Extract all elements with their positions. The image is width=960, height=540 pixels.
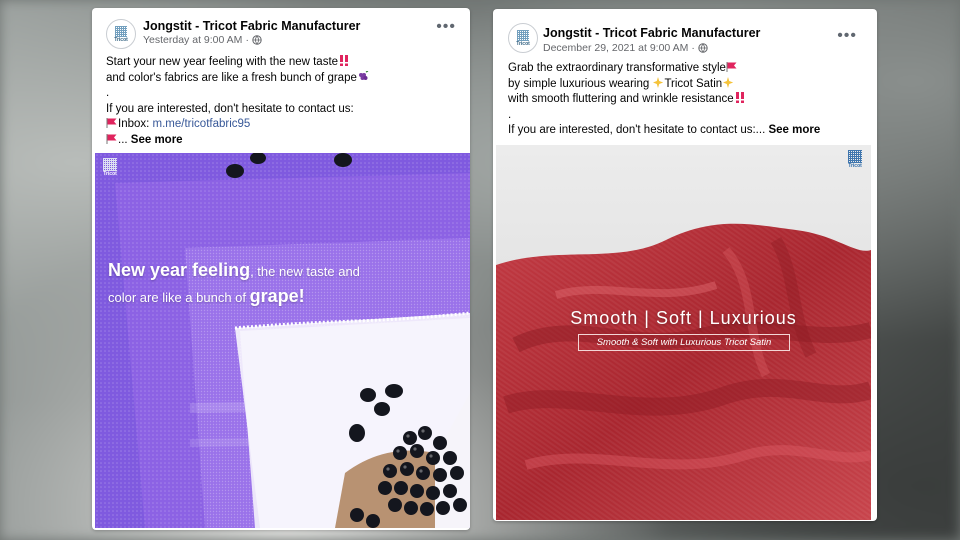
sparkles-icon [653, 76, 664, 88]
page-name[interactable]: Jongstit - Tricot Fabric Manufacturer [143, 19, 360, 33]
post-line: with smooth fluttering and wrinkle resis… [508, 93, 734, 105]
caption-bold-text: grape! [249, 286, 305, 306]
post-line: Start your new year feeling with the new… [106, 56, 339, 68]
image-caption: New year feeling, the new taste and colo… [108, 258, 398, 310]
post-line: Tricot Satin [664, 77, 723, 90]
post-image[interactable]: Tricot New year feeling, the new taste a… [95, 153, 470, 528]
red-flag-icon [726, 62, 737, 72]
image-logo-text: Tricot [848, 163, 862, 169]
image-logo: Tricot [101, 158, 119, 180]
more-options-icon[interactable]: ••• [436, 19, 456, 35]
red-double-exclamation-icon [735, 92, 744, 103]
post-line: Inbox: [118, 118, 153, 130]
red-flag-icon [106, 133, 117, 144]
red-satin-illustration [496, 145, 871, 520]
caption-text: color are like a bunch of [108, 290, 250, 305]
avatar-logo-text: Tricot [114, 36, 128, 43]
post-meta: Yesterday at 9:00 AM · [143, 34, 262, 46]
post-text: Grab the extraordinary transformative st… [508, 61, 867, 139]
image-title: Smooth | Soft | Luxurious [570, 308, 797, 328]
image-logo-text: Tricot [103, 171, 117, 177]
post-line: . [508, 108, 512, 121]
post-image[interactable]: Tricot Smooth | Soft | Luxurious Smooth … [496, 145, 871, 520]
image-logo: Tricot [846, 150, 864, 172]
facebook-post-2: Tricot Jongstit - Tricot Fabric Manufact… [493, 9, 877, 521]
post-text: Start your new year feeling with the new… [106, 55, 460, 148]
post-line: Grab the extraordinary transformative st… [508, 62, 726, 74]
messenger-link[interactable]: m.me/tricotfabric95 [153, 118, 251, 130]
post-meta: December 29, 2021 at 9:00 AM · [543, 42, 708, 54]
page-avatar[interactable]: Tricot [106, 19, 136, 49]
post-line: by simple luxurious wearing [508, 77, 653, 90]
tricot-logo-icon [103, 158, 117, 171]
page-avatar[interactable]: Tricot [508, 23, 538, 53]
sparkles-icon [723, 76, 734, 88]
red-double-exclamation-icon [340, 55, 349, 66]
grape-icon [358, 70, 369, 80]
more-options-icon[interactable]: ••• [837, 28, 857, 44]
post-line: ... [118, 133, 131, 146]
tricot-logo-icon [848, 150, 862, 163]
globe-icon [252, 35, 262, 45]
post-timestamp[interactable]: December 29, 2021 at 9:00 AM [543, 42, 688, 54]
post-header: Tricot Jongstit - Tricot Fabric Manufact… [493, 9, 877, 54]
tricot-logo-icon [115, 25, 127, 37]
see-more-link[interactable]: See more [768, 124, 820, 136]
post-timestamp[interactable]: Yesterday at 9:00 AM [143, 34, 242, 46]
red-flag-icon [106, 118, 117, 128]
image-subtitle: Smooth & Soft with Luxurious Tricot Sati… [578, 334, 790, 351]
avatar-logo-text: Tricot [516, 40, 530, 47]
caption-text: , the new taste and [250, 264, 360, 279]
caption-bold-text: New year feeling [108, 260, 251, 280]
post-line: If you are interested, don't hesitate to… [106, 102, 354, 115]
post-header: Tricot Jongstit - Tricot Fabric Manufact… [92, 8, 470, 52]
tricot-logo-icon [517, 29, 529, 41]
facebook-post-1: Tricot Jongstit - Tricot Fabric Manufact… [92, 8, 470, 530]
see-more-link[interactable]: See more [131, 134, 183, 146]
purple-fabric-illustration [95, 153, 470, 528]
post-line: If you are interested, don't hesitate to… [508, 124, 769, 136]
page-name[interactable]: Jongstit - Tricot Fabric Manufacturer [543, 26, 760, 40]
post-line: and color's fabrics are like a fresh bun… [106, 71, 357, 84]
globe-icon [698, 43, 708, 53]
post-line: . [106, 87, 110, 99]
